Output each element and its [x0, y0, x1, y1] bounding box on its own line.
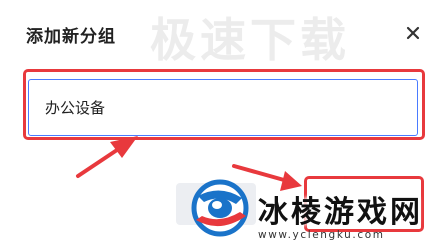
arrow-to-input-icon — [76, 136, 138, 178]
brand-logo-icon — [191, 179, 249, 237]
brand-name: 冰棱游戏网 — [258, 195, 423, 230]
brand-url: www.yclengku.com — [258, 229, 385, 241]
add-group-dialog: 极速下载 添加新分组 冰棱游戏网 www.yclengku.com — [0, 0, 442, 246]
